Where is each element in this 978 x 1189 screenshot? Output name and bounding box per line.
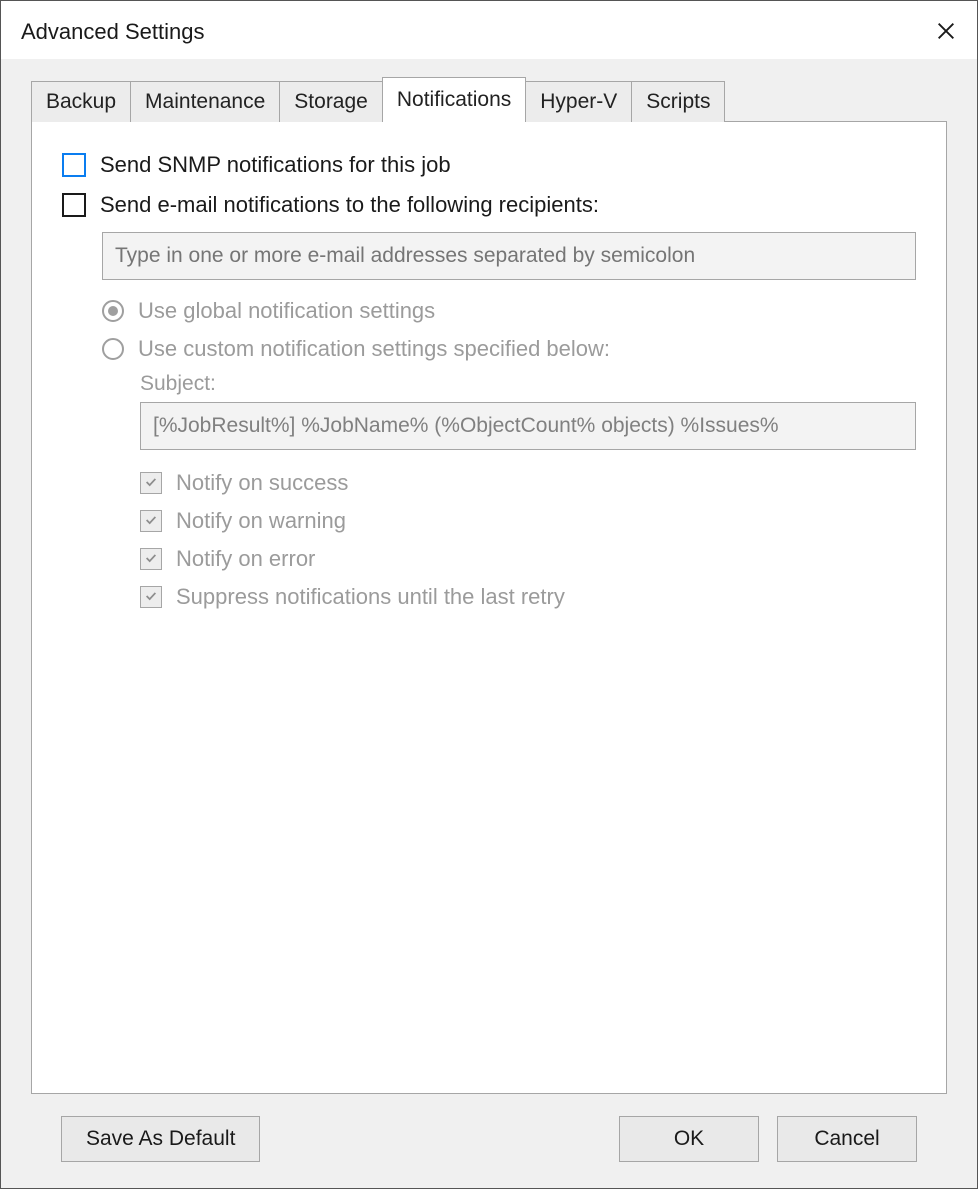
notify-warning-row: Notify on warning bbox=[140, 508, 916, 534]
notify-options: Notify on success Notify on warning Noti… bbox=[140, 470, 916, 610]
notify-error-row: Notify on error bbox=[140, 546, 916, 572]
snmp-label: Send SNMP notifications for this job bbox=[100, 152, 451, 178]
tab-scripts[interactable]: Scripts bbox=[631, 81, 725, 122]
notify-success-label: Notify on success bbox=[176, 470, 348, 496]
tabs: Backup Maintenance Storage Notifications… bbox=[31, 81, 947, 122]
suppress-row: Suppress notifications until the last re… bbox=[140, 584, 916, 610]
notify-success-row: Notify on success bbox=[140, 470, 916, 496]
ok-button[interactable]: OK bbox=[619, 1116, 759, 1162]
tab-storage[interactable]: Storage bbox=[279, 81, 383, 122]
subject-label: Subject: bbox=[140, 372, 916, 396]
suppress-checkbox[interactable] bbox=[140, 586, 162, 608]
tab-backup[interactable]: Backup bbox=[31, 81, 131, 122]
close-icon bbox=[935, 20, 957, 42]
dialog-title: Advanced Settings bbox=[21, 11, 204, 45]
dialog-body: Backup Maintenance Storage Notifications… bbox=[1, 59, 977, 1188]
subject-input[interactable] bbox=[140, 402, 916, 450]
suppress-label: Suppress notifications until the last re… bbox=[176, 584, 565, 610]
tab-maintenance[interactable]: Maintenance bbox=[130, 81, 280, 122]
notify-success-checkbox[interactable] bbox=[140, 472, 162, 494]
titlebar: Advanced Settings bbox=[1, 1, 977, 59]
snmp-row: Send SNMP notifications for this job bbox=[62, 152, 916, 178]
check-icon bbox=[144, 548, 158, 571]
radio-custom[interactable] bbox=[102, 338, 124, 360]
check-icon bbox=[144, 586, 158, 609]
radio-custom-label: Use custom notification settings specifi… bbox=[138, 336, 610, 362]
radio-global-label: Use global notification settings bbox=[138, 298, 435, 324]
notify-warning-checkbox[interactable] bbox=[140, 510, 162, 532]
radio-global-row: Use global notification settings bbox=[102, 298, 916, 324]
radio-custom-row: Use custom notification settings specifi… bbox=[102, 336, 916, 362]
radio-global[interactable] bbox=[102, 300, 124, 322]
subject-block bbox=[140, 402, 916, 450]
cancel-button[interactable]: Cancel bbox=[777, 1116, 917, 1162]
close-button[interactable] bbox=[921, 11, 971, 51]
email-recipients-input[interactable] bbox=[102, 232, 916, 280]
email-label: Send e-mail notifications to the followi… bbox=[100, 192, 599, 218]
snmp-checkbox[interactable] bbox=[62, 153, 86, 177]
dialog-footer: Save As Default OK Cancel bbox=[31, 1094, 947, 1188]
email-input-block bbox=[102, 232, 916, 280]
advanced-settings-dialog: Advanced Settings Backup Maintenance Sto… bbox=[0, 0, 978, 1189]
tab-page-notifications: Send SNMP notifications for this job Sen… bbox=[31, 121, 947, 1094]
check-icon bbox=[144, 472, 158, 495]
email-row: Send e-mail notifications to the followi… bbox=[62, 192, 916, 218]
notify-error-checkbox[interactable] bbox=[140, 548, 162, 570]
check-icon bbox=[144, 510, 158, 533]
notify-error-label: Notify on error bbox=[176, 546, 315, 572]
tab-notifications[interactable]: Notifications bbox=[382, 77, 526, 122]
tab-hyperv[interactable]: Hyper-V bbox=[525, 81, 632, 122]
email-checkbox[interactable] bbox=[62, 193, 86, 217]
notify-warning-label: Notify on warning bbox=[176, 508, 346, 534]
save-as-default-button[interactable]: Save As Default bbox=[61, 1116, 260, 1162]
